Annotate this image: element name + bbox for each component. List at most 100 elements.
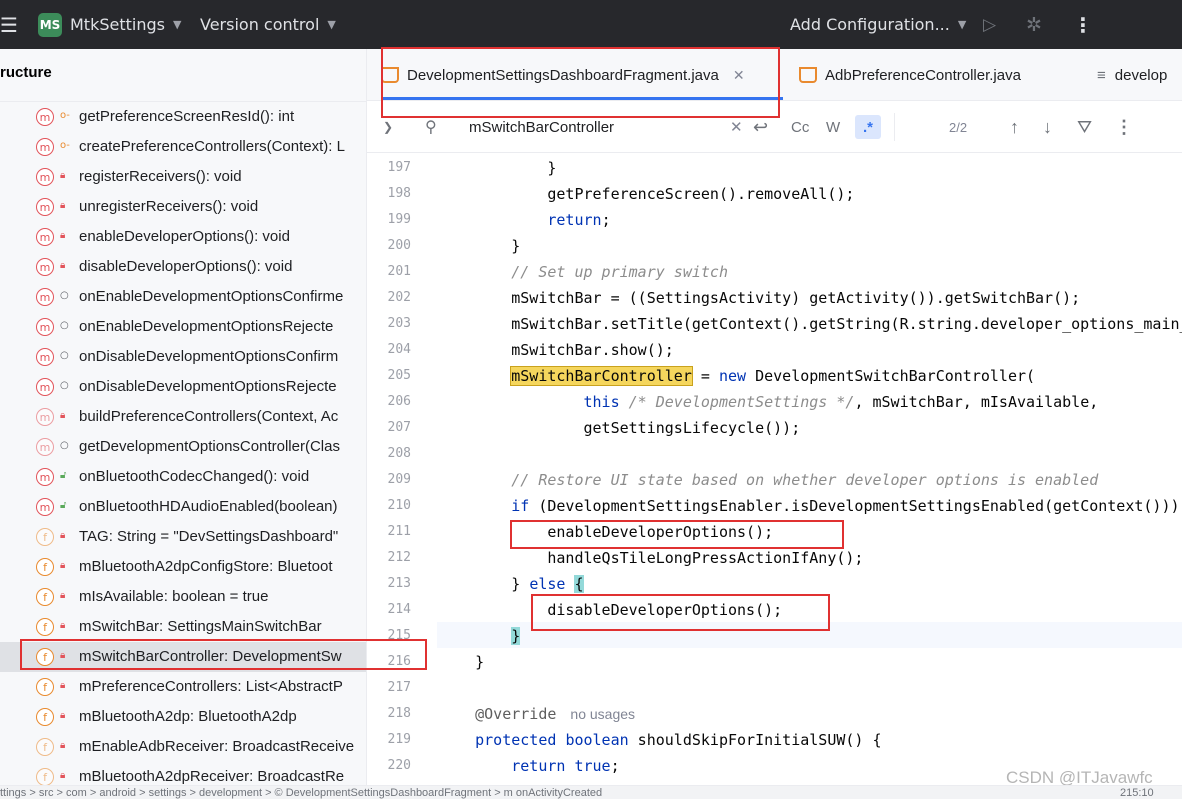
code-line[interactable]: disableDeveloperOptions(); (439, 597, 782, 623)
structure-item[interactable]: m o-getPreferenceScreenResId(): int (0, 102, 366, 132)
project-name: MtkSettings (70, 15, 165, 34)
line-number: 202 (387, 290, 411, 305)
structure-item[interactable]: f 🔒︎ mSwitchBarController: DevelopmentSw (0, 642, 366, 672)
tab-development-settings-dashboard-fragment[interactable]: DevelopmentSettingsDashboardFragment.jav… (381, 49, 783, 101)
next-occurrence-icon[interactable]: ↓ (1043, 101, 1052, 153)
code-editor[interactable]: 197 198 199 200 201 202 203 204 205 206 207 208 209 2… (367, 153, 1182, 785)
main-menu-icon[interactable]: ☰ (0, 0, 18, 49)
project-selector[interactable]: MS MtkSettings ▼ (38, 0, 181, 49)
more-vertical-icon[interactable]: ⋮ (1115, 101, 1133, 153)
more-vertical-icon[interactable]: ⋮ (1073, 0, 1093, 49)
structure-item[interactable]: f 🔒︎ mSwitchBar: SettingsMainSwitchBar (0, 612, 366, 642)
structure-item[interactable]: m ○ onEnableDevelopmentOptionsConfirme (0, 282, 366, 312)
ide-window: ☰ MS MtkSettings ▼ Version control ▼ Add… (0, 0, 1182, 799)
public-circle-icon: ○ (60, 440, 69, 451)
vcs-menu[interactable]: Version control ▼ (200, 0, 336, 49)
run-icon[interactable]: ▷ (983, 0, 996, 49)
structure-item[interactable]: m ○ getDevelopmentOptionsController(Clas (0, 432, 366, 462)
private-lock-icon: 🔒︎ (60, 530, 66, 541)
line-number: 219 (387, 732, 411, 747)
structure-item[interactable]: f 🔒︎ mPreferenceControllers: List<Abstract… (0, 672, 366, 702)
code-line[interactable]: // Restore UI state based on whether dev… (439, 467, 1098, 493)
navigation-breadcrumb[interactable]: ttings > src > com > android > settings … (0, 786, 602, 799)
current-line-highlight (437, 622, 1182, 648)
find-bar: ❯ ⚲ ✕ ↩ Cc W .* 2/2 ↑ ↓ ⛛ ⋮ (367, 101, 1182, 153)
code-line[interactable]: } (439, 623, 521, 649)
structure-item[interactable]: m 🔒︎ registerReceivers(): void (0, 162, 366, 192)
whole-words-toggle[interactable]: W (826, 101, 840, 153)
code-line[interactable]: mSwitchBar.show(); (439, 337, 674, 363)
usages-hint[interactable]: no usages (570, 706, 635, 722)
code-line[interactable]: return true; (439, 753, 619, 779)
code-line[interactable]: enableDeveloperOptions(); (439, 519, 773, 545)
code-line[interactable]: mSwitchBarController = new DevelopmentSw… (439, 363, 1035, 389)
code-line[interactable]: protected boolean shouldSkipForInitialSU… (439, 727, 881, 753)
code-line[interactable]: return; (439, 207, 610, 233)
structure-item[interactable]: m ○ onDisableDevelopmentOptionsConfirm (0, 342, 366, 372)
code-line[interactable]: getSettingsLifecycle()); (439, 415, 800, 441)
structure-item[interactable]: m o-createPreferenceControllers(Context):… (0, 132, 366, 162)
previous-occurrence-icon[interactable]: ↑ (1010, 101, 1019, 153)
structure-item-label: onEnableDevelopmentOptionsConfirme (79, 288, 344, 305)
java-file-icon (799, 67, 817, 83)
run-config-selector[interactable]: Add Configuration... ▼ (790, 0, 966, 49)
line-number: 205 (387, 368, 411, 383)
code-line[interactable]: handleQsTileLongPressActionIfAny(); (439, 545, 863, 571)
structure-item[interactable]: m ○ onEnableDevelopmentOptionsRejecte (0, 312, 366, 342)
structure-item-label: onDisableDevelopmentOptionsRejecte (79, 378, 337, 395)
code-line[interactable]: } else { (439, 571, 584, 597)
caret-position[interactable]: 215:10 (1120, 786, 1154, 799)
debug-bug-icon[interactable]: ✲ (1026, 0, 1042, 49)
structure-item[interactable]: m 🔒︎ buildPreferenceControllers(Context, A… (0, 402, 366, 432)
line-number: 220 (387, 758, 411, 773)
structure-item[interactable]: m 🔓︎ onBluetoothCodecChanged(): void (0, 462, 366, 492)
project-badge: MS (38, 12, 62, 37)
tab-develop[interactable]: ≡ develop (1097, 49, 1167, 101)
search-icon[interactable]: ⚲ (425, 101, 437, 153)
structure-item[interactable]: f 🔒︎ mIsAvailable: boolean = true (0, 582, 366, 612)
structure-item-label: mEnableAdbReceiver: BroadcastReceive (79, 738, 355, 755)
tab-adb-preference-controller[interactable]: AdbPreferenceController.java (799, 49, 1021, 101)
new-line-icon[interactable]: ↩ (753, 101, 768, 153)
match-case-toggle[interactable]: Cc (791, 101, 809, 153)
code-line[interactable]: this /* DevelopmentSettings */, mSwitchB… (439, 389, 1099, 415)
structure-item[interactable]: m ○ onDisableDevelopmentOptionsRejecte (0, 372, 366, 402)
field-icon: f (36, 678, 54, 696)
code-line[interactable]: } (439, 233, 520, 259)
line-number: 204 (387, 342, 411, 357)
code-line[interactable]: } (439, 649, 484, 675)
structure-item[interactable]: f 🔒︎ mEnableAdbReceiver: BroadcastReceive (0, 732, 366, 762)
clear-search-icon[interactable]: ✕ (730, 101, 743, 153)
structure-item[interactable]: m 🔒︎ enableDeveloperOptions(): void (0, 222, 366, 252)
structure-item[interactable]: f 🔒︎ mBluetoothA2dp: BluetoothA2dp (0, 702, 366, 732)
structure-item[interactable]: f 🔒︎ TAG: String = "DevSettingsDashboard" (0, 522, 366, 552)
code-line[interactable]: mSwitchBar = ((SettingsActivity) getActi… (439, 285, 1080, 311)
code-line[interactable]: getPreferenceScreen().removeAll(); (439, 181, 854, 207)
text-file-icon: ≡ (1097, 66, 1106, 84)
close-icon[interactable]: ✕ (733, 67, 745, 84)
line-number: 217 (387, 680, 411, 695)
code-line[interactable]: @Override no usages (439, 701, 635, 727)
code-line[interactable]: // Set up primary switch (439, 259, 728, 285)
structure-item[interactable]: m 🔓︎ onBluetoothHDAudioEnabled(boolean) (0, 492, 366, 522)
private-lock-icon: 🔒︎ (60, 650, 66, 661)
structure-item[interactable]: f 🔒︎ mBluetoothA2dpConfigStore: Bluetoot (0, 552, 366, 582)
line-number: 207 (387, 420, 411, 435)
filter-icon[interactable]: ⛛ (1077, 101, 1092, 153)
private-lock-icon: 🔒︎ (60, 170, 66, 181)
line-number: 212 (387, 550, 411, 565)
regex-toggle[interactable]: .* (855, 115, 881, 139)
code-line[interactable]: if (DevelopmentSettingsEnabler.isDevelop… (439, 493, 1179, 519)
expand-replace-icon[interactable]: ❯ (383, 101, 393, 153)
structure-item[interactable]: m 🔒︎ disableDeveloperOptions(): void (0, 252, 366, 282)
structure-tree: m o-getPreferenceScreenResId(): int m o-cre… (0, 102, 366, 785)
code-line[interactable]: mSwitchBar.setTitle(getContext().getStri… (439, 311, 1182, 337)
search-input[interactable] (469, 101, 729, 153)
structure-item[interactable]: f 🔒︎ mBluetoothA2dpReceiver: BroadcastRe (0, 762, 366, 785)
public-circle-icon: ○ (60, 350, 69, 361)
private-lock-icon: 🔒︎ (60, 680, 66, 691)
code-line[interactable]: } (439, 155, 556, 181)
structure-item[interactable]: m 🔒︎ unregisterReceivers(): void (0, 192, 366, 222)
structure-item-label: getPreferenceScreenResId(): int (79, 108, 295, 125)
method-icon: m (36, 438, 54, 456)
